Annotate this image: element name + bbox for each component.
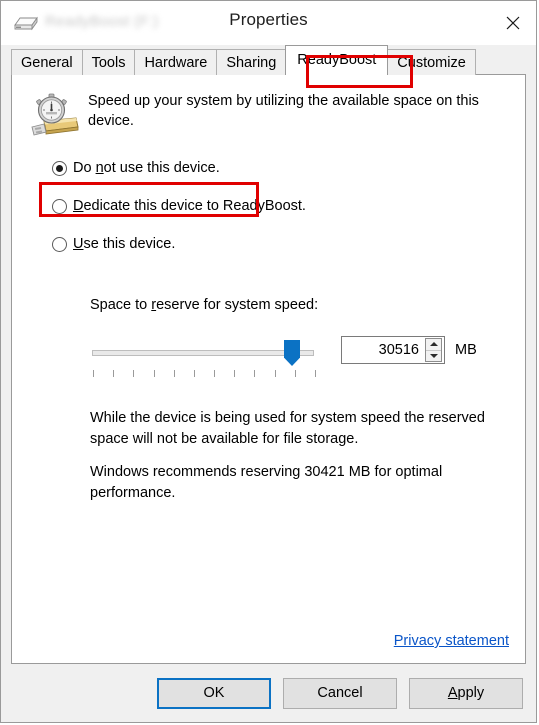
- apply-label-rest: pply: [457, 685, 485, 701]
- radio-do-not-use-this-device[interactable]: Do not use this device.: [52, 155, 306, 181]
- radio-label-dedicate: Dedicate this device to ReadyBoost.: [73, 198, 306, 214]
- radio-label-do-not-use-suffix: ot use this device.: [103, 160, 220, 176]
- reserve-label-prefix: Space to: [90, 297, 152, 313]
- reserve-label-suffix: eserve for system speed:: [156, 297, 319, 313]
- radio-mark-use-this-device: [52, 236, 67, 252]
- caret-down-icon: [429, 353, 438, 358]
- slider-tick: [93, 370, 94, 377]
- readyboost-tab-panel: Speed up your system by utilizing the av…: [11, 74, 526, 664]
- window-title: Properties: [229, 10, 308, 29]
- close-icon[interactable]: [490, 1, 536, 45]
- tab-tools[interactable]: Tools: [81, 49, 136, 75]
- reserve-size-spinbox[interactable]: 30516: [341, 336, 445, 364]
- reserve-size-value[interactable]: 30516: [348, 342, 425, 358]
- radio-label-do-not-use: Do not use this device.: [73, 160, 220, 176]
- radio-dedicate-this-device[interactable]: Dedicate this device to ReadyBoost.: [52, 193, 306, 219]
- spinner-arrows: [425, 338, 442, 362]
- panel-header: Speed up your system by utilizing the av…: [12, 75, 525, 141]
- radio-label-do-not-use-prefix: Do: [73, 160, 96, 176]
- slider-thumb[interactable]: [284, 340, 300, 366]
- slider-tick: [113, 370, 114, 377]
- readyboost-mode-radio-group: Do not use this device. Dedicate this de…: [52, 155, 306, 257]
- properties-dialog: ReadyBoost (F:) Properties General Tools…: [0, 0, 537, 723]
- reserve-size-control: 30516 MB: [341, 336, 477, 364]
- spinner-up-button[interactable]: [426, 339, 441, 351]
- tab-strip: General Tools Hardware Sharing ReadyBoos…: [11, 45, 526, 75]
- apply-accel: A: [447, 685, 458, 701]
- slider-tick: [214, 370, 215, 377]
- radio-label-dedicate-suffix: edicate this device to ReadyBoost.: [83, 198, 306, 214]
- spinner-down-button[interactable]: [426, 351, 441, 362]
- slider-tick: [254, 370, 255, 377]
- panel-description: Speed up your system by utilizing the av…: [88, 93, 479, 129]
- radio-label-use-this-device: Use this device.: [73, 236, 175, 252]
- slider-tick: [194, 370, 195, 377]
- space-reserve-slider[interactable]: [92, 338, 322, 380]
- recommended-size-note: Windows recommends reserving 30421 MB fo…: [90, 464, 443, 501]
- slider-tick: [133, 370, 134, 377]
- cancel-button[interactable]: Cancel: [283, 677, 397, 709]
- radio-label-use-suffix: se this device.: [83, 236, 176, 252]
- dialog-footer: OK Cancel Apply: [1, 664, 536, 722]
- tab-readyboost[interactable]: ReadyBoost: [285, 45, 389, 75]
- radio-mark-do-not-use: [52, 160, 67, 176]
- caret-up-icon: [429, 342, 438, 347]
- radio-accel-do-not-use: n: [95, 160, 104, 176]
- tab-general[interactable]: General: [11, 49, 83, 75]
- radio-mark-dedicate: [52, 198, 67, 214]
- reserved-space-note: While the device is being used for syste…: [90, 410, 485, 447]
- tab-sharing[interactable]: Sharing: [216, 49, 287, 75]
- apply-button[interactable]: Apply: [409, 677, 523, 709]
- tab-hardware[interactable]: Hardware: [134, 49, 218, 75]
- radio-use-this-device[interactable]: Use this device.: [52, 231, 306, 257]
- slider-tick: [295, 370, 296, 377]
- slider-tick: [315, 370, 316, 377]
- readyboost-stopwatch-usb-icon: [26, 91, 82, 141]
- privacy-statement-link[interactable]: Privacy statement: [394, 633, 509, 649]
- slider-track[interactable]: [92, 350, 314, 356]
- slider-tick-marks: [93, 370, 316, 378]
- ok-button[interactable]: OK: [157, 677, 271, 709]
- slider-tick: [275, 370, 276, 377]
- radio-accel-use: U: [73, 236, 84, 252]
- slider-tick: [174, 370, 175, 377]
- reserve-size-unit-label: MB: [455, 342, 477, 358]
- radio-accel-dedicate: D: [73, 198, 84, 214]
- slider-tick: [234, 370, 235, 377]
- title-bar: ReadyBoost (F:) Properties: [1, 1, 536, 45]
- tab-customize[interactable]: Customize: [387, 49, 476, 75]
- slider-tick: [154, 370, 155, 377]
- space-to-reserve-label: Space to reserve for system speed:: [90, 297, 318, 313]
